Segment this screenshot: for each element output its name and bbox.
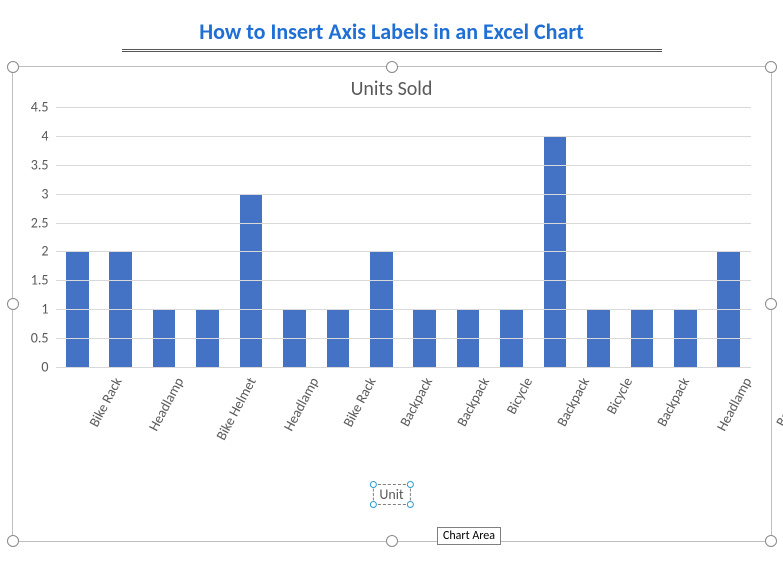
bars-container xyxy=(56,107,751,367)
y-tick-label: 0 xyxy=(41,359,48,376)
y-tick-label: 2.5 xyxy=(31,214,49,231)
bar-slot xyxy=(316,107,359,367)
bar-slot xyxy=(446,107,489,367)
x-axis[interactable]: Bike RackHeadlampBike HelmetHeadlampBike… xyxy=(13,367,771,461)
resize-handle-icon[interactable] xyxy=(386,535,398,547)
gridline xyxy=(56,280,751,281)
x-axis-title-text: Unit xyxy=(379,486,403,503)
bar-slot xyxy=(490,107,533,367)
bar-slot xyxy=(186,107,229,367)
bar-slot xyxy=(533,107,576,367)
resize-handle-icon[interactable] xyxy=(386,61,398,73)
chart-title[interactable]: Units Sold xyxy=(13,67,771,107)
gridline xyxy=(56,251,751,252)
y-tick-label: 1.5 xyxy=(31,272,49,289)
resize-handle-icon[interactable] xyxy=(7,61,19,73)
bar-slot xyxy=(360,107,403,367)
y-tick-label: 2 xyxy=(41,243,48,260)
bar-slot xyxy=(577,107,620,367)
y-tick-label: 3.5 xyxy=(31,156,49,173)
gridline xyxy=(56,223,751,224)
title-underline xyxy=(122,49,662,52)
resize-handle-icon[interactable] xyxy=(369,481,376,488)
tooltip: Chart Area xyxy=(437,527,501,545)
x-axis-title-input[interactable]: Unit xyxy=(372,484,410,505)
bar-slot xyxy=(620,107,663,367)
bar-slot xyxy=(707,107,750,367)
bar-slot xyxy=(56,107,99,367)
plot-area[interactable]: 00.511.522.533.544.5 xyxy=(13,107,771,367)
gridline xyxy=(56,338,751,339)
y-tick-label: 4 xyxy=(41,127,48,144)
gridline xyxy=(56,107,751,108)
bar-slot xyxy=(142,107,185,367)
bar-slot xyxy=(229,107,272,367)
resize-handle-icon[interactable] xyxy=(765,61,777,73)
y-tick-label: 3 xyxy=(41,185,48,202)
resize-handle-icon[interactable] xyxy=(765,535,777,547)
bar-slot xyxy=(664,107,707,367)
y-tick-label: 1 xyxy=(41,301,48,318)
resize-handle-icon[interactable] xyxy=(407,501,414,508)
bar-slot xyxy=(273,107,316,367)
bar-slot xyxy=(99,107,142,367)
gridline xyxy=(56,136,751,137)
chart-object[interactable]: Units Sold 0 0.5 1 1.5 2 2.5 3 3.5 4 4.5 Bike Rac… xyxy=(12,66,772,542)
page-title: How to Insert Axis Labels in an Excel Ch… xyxy=(10,18,773,45)
gridline xyxy=(56,165,751,166)
gridline xyxy=(56,194,751,195)
y-axis[interactable]: 00.511.522.533.544.5 xyxy=(13,107,55,367)
resize-handle-icon[interactable] xyxy=(369,501,376,508)
y-tick-label: 0.5 xyxy=(31,330,49,347)
gridline xyxy=(56,309,751,310)
plot[interactable] xyxy=(55,107,751,367)
y-tick-label: 4.5 xyxy=(31,99,49,116)
resize-handle-icon[interactable] xyxy=(7,535,19,547)
gridline xyxy=(56,367,751,368)
bar-slot xyxy=(403,107,446,367)
resize-handle-icon[interactable] xyxy=(407,481,414,488)
